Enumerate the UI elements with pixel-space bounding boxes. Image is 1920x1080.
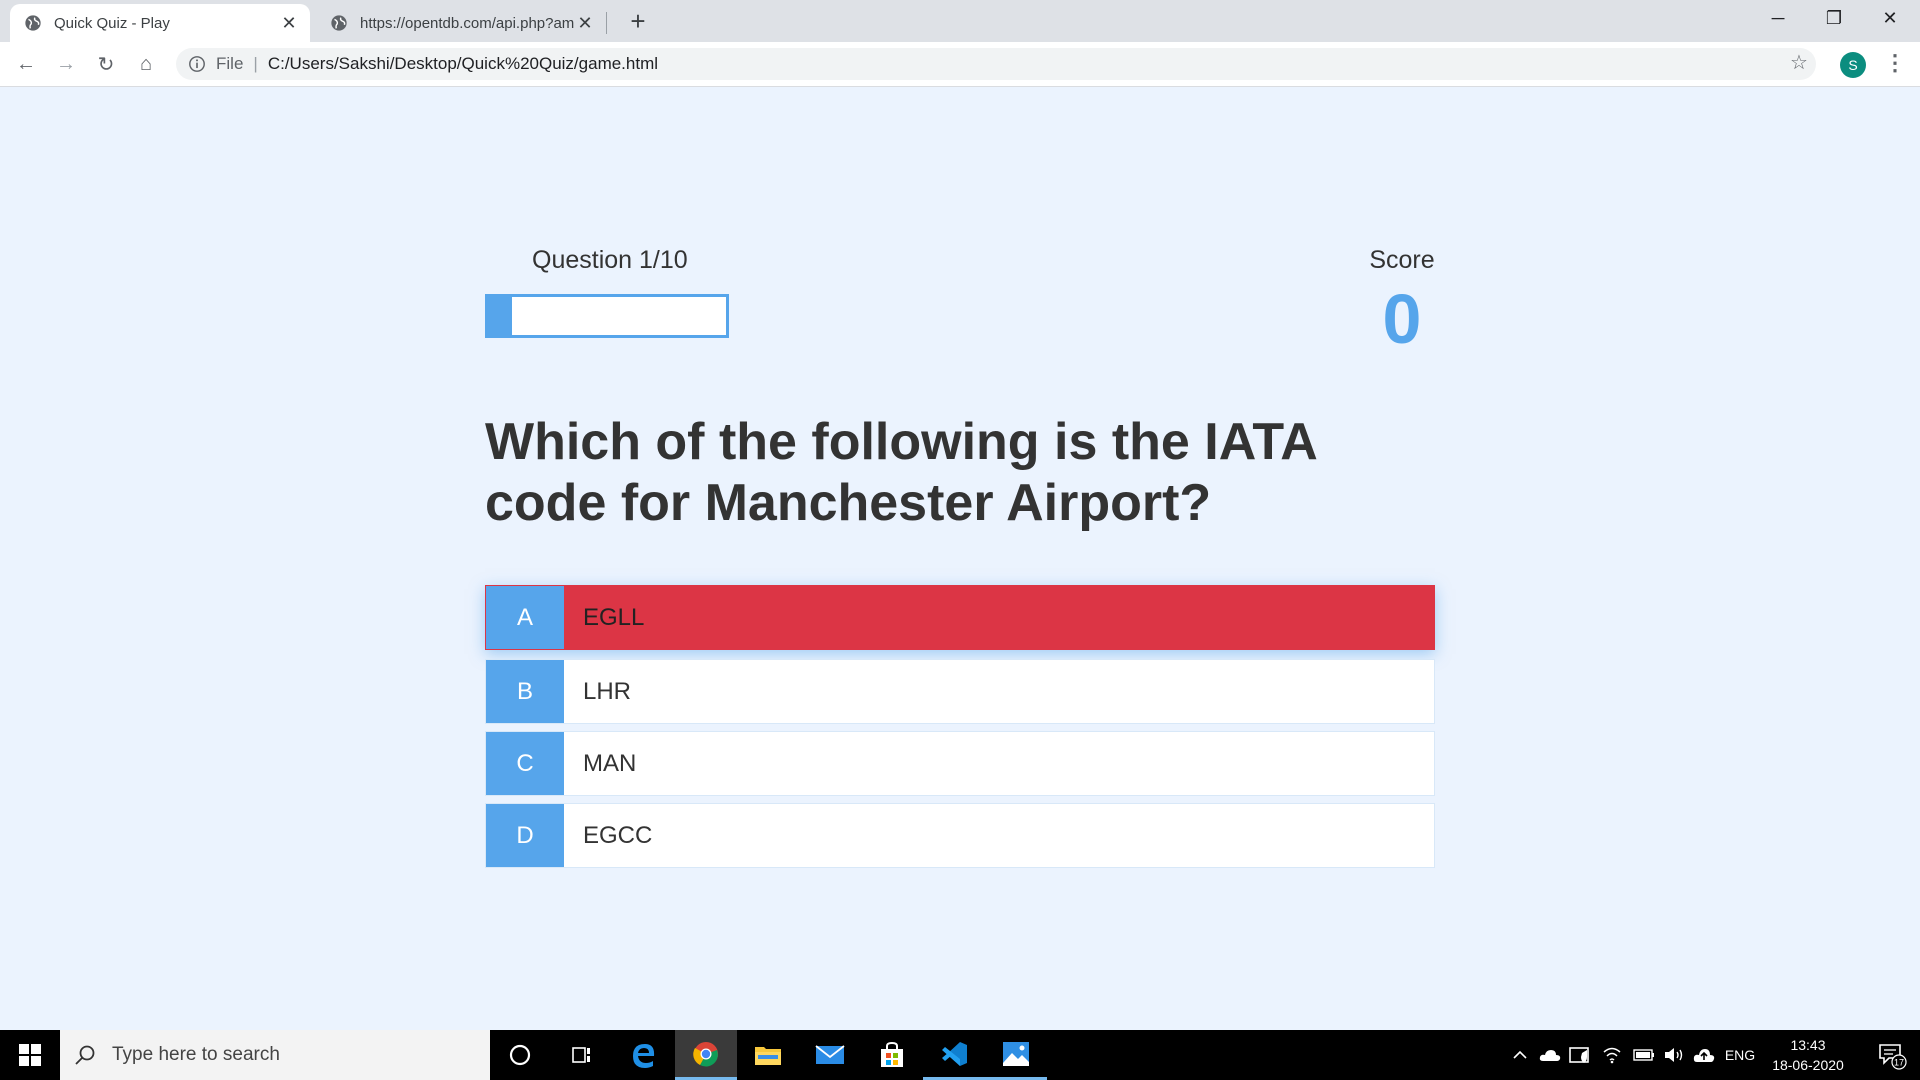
edge-icon[interactable]: [613, 1030, 675, 1080]
choice-text: LHR: [583, 677, 632, 705]
tab-opentdb-api[interactable]: https://opentdb.com/api.php?amount=10&ca…: [316, 4, 606, 42]
globe-icon: [331, 15, 347, 31]
start-button[interactable]: [0, 1030, 60, 1080]
show-hidden-icons-icon[interactable]: [1508, 1030, 1532, 1080]
browser-tab-strip: Quick Quiz - Play ✕ https://opentdb.com/…: [0, 0, 1920, 42]
scheme-label: File: [216, 54, 244, 73]
chrome-icon[interactable]: [675, 1030, 737, 1080]
progress-bar: [485, 294, 729, 338]
choice-text: EGLL: [583, 603, 645, 631]
back-button[interactable]: ←: [12, 50, 40, 78]
restore-button[interactable]: ❐: [1806, 0, 1862, 36]
choice-d[interactable]: D EGCC: [485, 803, 1435, 868]
url-text[interactable]: C:/Users/Sakshi/Desktop/Quick%20Quiz/gam…: [268, 54, 658, 74]
volume-icon[interactable]: [1660, 1030, 1688, 1080]
action-center-button[interactable]: 17: [1864, 1030, 1920, 1080]
clock-date: 18-06-2020: [1772, 1057, 1844, 1073]
address-separator: |: [253, 54, 258, 73]
task-view-icon[interactable]: [551, 1030, 613, 1080]
choice-prefix: D: [486, 804, 564, 867]
question-text: Which of the following is the IATA code …: [485, 413, 1316, 532]
taskbar-clock[interactable]: 13:43 18-06-2020: [1762, 1030, 1854, 1080]
clock-time: 13:43: [1790, 1037, 1826, 1053]
info-icon[interactable]: [188, 55, 206, 73]
choice-text: MAN: [583, 749, 637, 777]
choice-prefix: A: [486, 586, 564, 649]
mail-icon[interactable]: [799, 1030, 861, 1080]
address-bar[interactable]: File | C:/Users/Sakshi/Desktop/Quick%20Q…: [176, 48, 1816, 80]
security-icon[interactable]: [1566, 1030, 1594, 1080]
tab-close-icon[interactable]: ✕: [278, 13, 300, 34]
choice-c[interactable]: C MAN: [485, 731, 1435, 796]
tab-title: Quick Quiz - Play: [54, 14, 170, 32]
quiz-page: Question 1/10 Score 0 Which of the follo…: [0, 87, 1920, 1030]
tab-title: https://opentdb.com/api.php?amount=10&ca…: [360, 14, 574, 32]
new-tab-button[interactable]: +: [624, 8, 652, 36]
wifi-icon[interactable]: [1598, 1030, 1626, 1080]
choice-prefix: C: [486, 732, 564, 795]
globe-icon: [25, 15, 41, 31]
forward-button[interactable]: →: [52, 50, 80, 78]
notification-count: 17: [1894, 1058, 1904, 1068]
progress-text: Question 1/10: [532, 246, 688, 274]
notification-icon: 17: [1879, 1044, 1907, 1070]
tab-divider: [606, 12, 607, 34]
photos-icon[interactable]: [985, 1030, 1047, 1080]
minimize-button[interactable]: ─: [1750, 0, 1806, 36]
windows-taskbar: Type here to search ENG 13:43 18-06-2020…: [0, 1030, 1920, 1080]
profile-avatar[interactable]: S: [1840, 52, 1866, 78]
tab-close-icon[interactable]: ✕: [574, 13, 596, 34]
battery-icon[interactable]: [1630, 1030, 1658, 1080]
input-language[interactable]: ENG: [1720, 1030, 1760, 1080]
score-label: Score: [1369, 246, 1435, 274]
cloud-upload-icon[interactable]: [1690, 1030, 1718, 1080]
search-icon: [75, 1045, 95, 1065]
progress-bar-fill: [488, 297, 512, 335]
tab-quick-quiz[interactable]: Quick Quiz - Play ✕: [10, 4, 310, 42]
window-close-button[interactable]: ✕: [1862, 0, 1918, 36]
choice-b[interactable]: B LHR: [485, 659, 1435, 724]
vscode-icon[interactable]: [923, 1030, 985, 1080]
bookmark-star-icon[interactable]: ☆: [1790, 50, 1808, 75]
score-value: 0: [1382, 280, 1422, 358]
store-icon[interactable]: [861, 1030, 923, 1080]
windows-logo-icon: [19, 1044, 41, 1066]
onedrive-icon[interactable]: [1536, 1030, 1564, 1080]
reload-button[interactable]: ↻: [92, 50, 120, 78]
cortana-icon[interactable]: [489, 1030, 551, 1080]
browser-toolbar: ← → ↻ ⌂ File | C:/Users/Sakshi/Desktop/Q…: [0, 42, 1920, 87]
file-explorer-icon[interactable]: [737, 1030, 799, 1080]
browser-menu-icon[interactable]: ⋮: [1884, 50, 1906, 76]
choice-a[interactable]: A EGLL: [485, 585, 1435, 650]
home-button[interactable]: ⌂: [132, 50, 160, 78]
taskbar-search-box[interactable]: Type here to search: [60, 1030, 490, 1080]
choice-prefix: B: [486, 660, 564, 723]
search-placeholder: Type here to search: [112, 1044, 280, 1065]
choice-text: EGCC: [583, 821, 653, 849]
